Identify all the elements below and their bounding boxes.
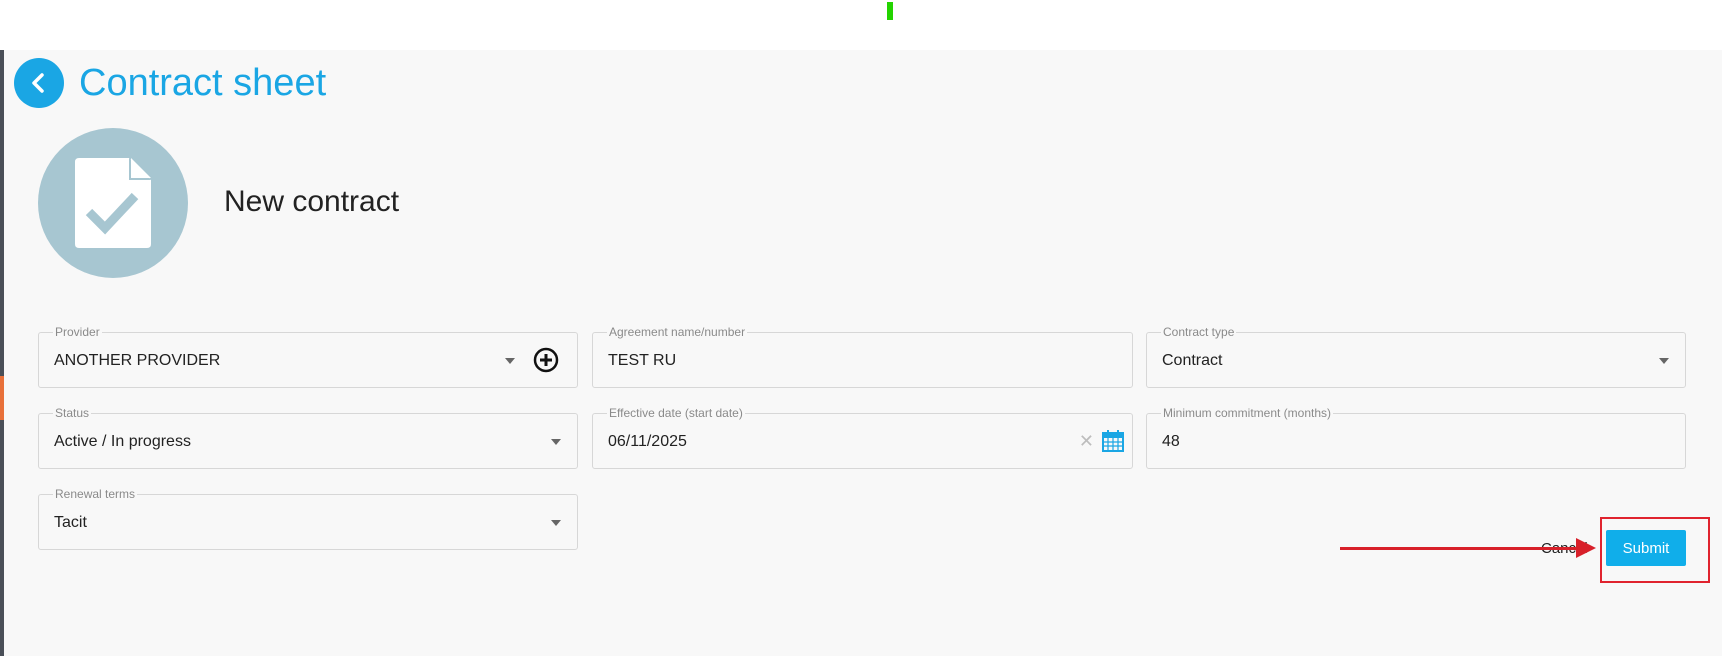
effective-date-label: Effective date (start date): [607, 405, 745, 421]
caret-down-icon[interactable]: [551, 439, 561, 445]
status-indicator: [887, 2, 893, 20]
min-commitment-label: Minimum commitment (months): [1161, 405, 1334, 421]
effective-date-field[interactable]: Effective date (start date) 06/11/2025 ✕: [592, 405, 1133, 469]
effective-date-value: 06/11/2025: [608, 433, 687, 450]
agreement-label: Agreement name/number: [607, 324, 748, 340]
status-label: Status: [53, 405, 92, 421]
contract-type-select[interactable]: Contract type Contract: [1146, 324, 1686, 388]
provider-value: ANOTHER PROVIDER: [54, 352, 221, 369]
contract-avatar: [38, 128, 188, 278]
annotation-arrow-shaft: [1340, 547, 1580, 550]
renewal-terms-value: Tacit: [54, 514, 87, 531]
back-button[interactable]: [14, 58, 64, 108]
calendar-icon[interactable]: [1102, 430, 1124, 452]
status-value: Active / In progress: [54, 433, 191, 450]
page-title: Contract sheet: [79, 62, 327, 104]
document-check-icon: [75, 158, 151, 248]
annotation-highlight-box: [1600, 517, 1710, 583]
close-icon[interactable]: ✕: [1079, 430, 1094, 452]
contract-type-value: Contract: [1162, 352, 1223, 369]
agreement-field[interactable]: Agreement name/number TEST RU: [592, 324, 1133, 388]
caret-down-icon[interactable]: [505, 358, 515, 364]
annotation-arrow-head: [1576, 538, 1596, 558]
provider-label: Provider: [53, 324, 102, 340]
agreement-value: TEST RU: [608, 352, 677, 369]
chevron-left-icon: [32, 73, 44, 93]
renewal-terms-label: Renewal terms: [53, 486, 138, 502]
min-commitment-value: 48: [1162, 433, 1180, 450]
renewal-terms-select[interactable]: Renewal terms Tacit: [38, 486, 578, 550]
caret-down-icon[interactable]: [1659, 358, 1669, 364]
plus-circle-icon[interactable]: [533, 347, 559, 373]
contract-sheet-page: Contract sheet New contract Provider ANO…: [4, 50, 1722, 656]
caret-down-icon[interactable]: [551, 520, 561, 526]
contract-type-label: Contract type: [1161, 324, 1237, 340]
status-select[interactable]: Status Active / In progress: [38, 405, 578, 469]
provider-select[interactable]: Provider ANOTHER PROVIDER: [38, 324, 578, 388]
contract-name-heading: New contract: [224, 185, 400, 218]
top-bar: [0, 0, 1722, 50]
min-commitment-field[interactable]: Minimum commitment (months) 48: [1146, 405, 1686, 469]
